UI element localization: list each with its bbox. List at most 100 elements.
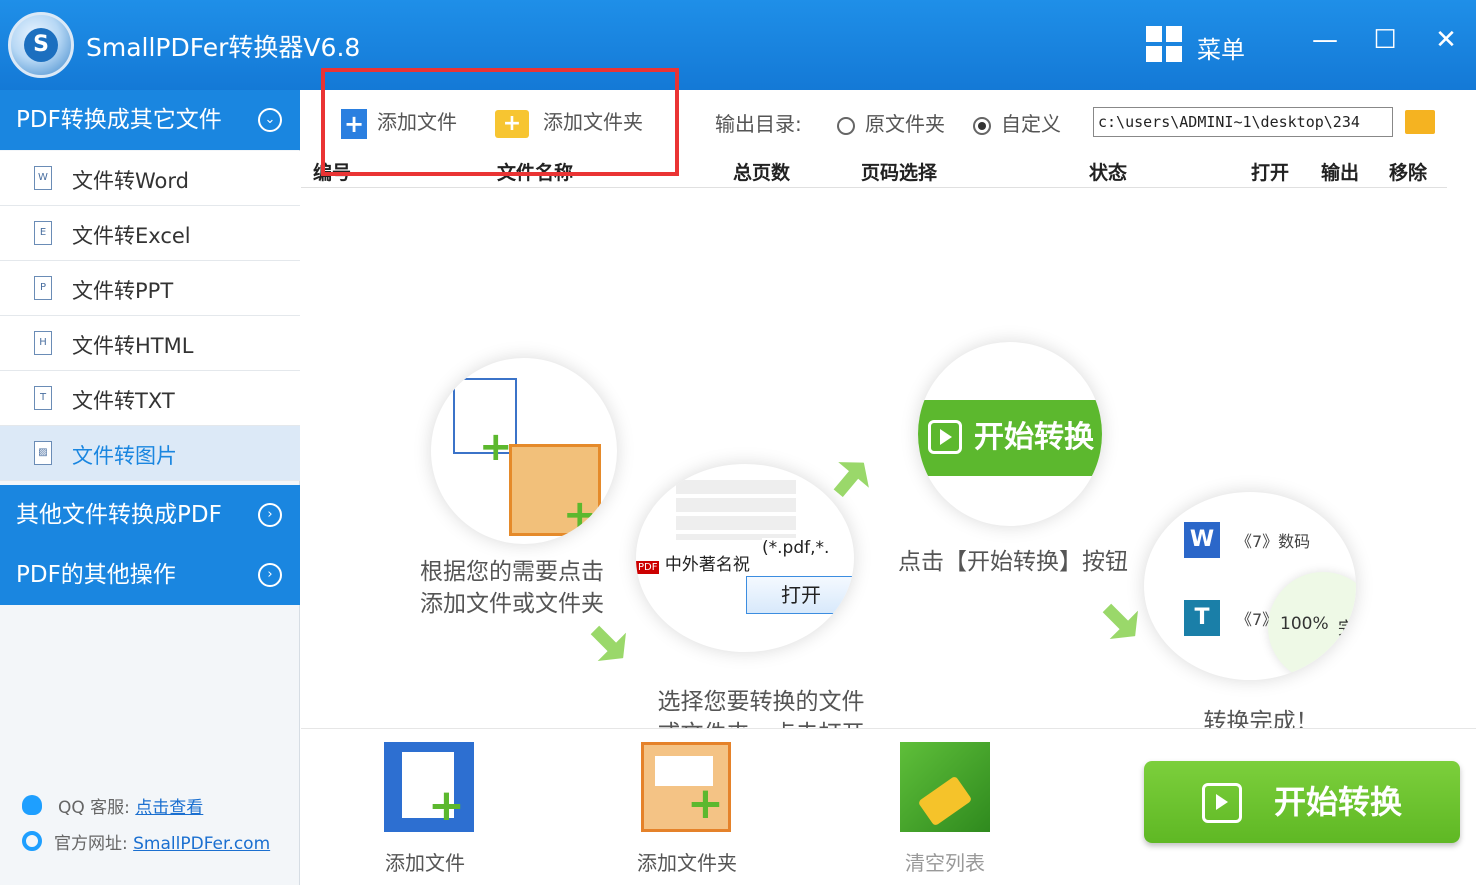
plus-icon: + — [428, 780, 465, 831]
col-status: 状态 — [1089, 162, 1128, 184]
step2-bubble: PDF 中外著名祝 (*.pdf,*. 打开 — [636, 464, 854, 652]
add-folder-large-label: 添加文件夹 — [637, 851, 737, 875]
open-button-preview: 打开 — [746, 576, 854, 614]
file-name: 中外著名祝 — [664, 555, 750, 575]
result-row: 《7》数码 — [1236, 532, 1311, 551]
clear-list-button[interactable] — [900, 742, 990, 832]
plus-icon: + — [563, 492, 597, 538]
sidebar-item-word[interactable]: W 文件转Word — [0, 151, 300, 206]
title-bar: S SmallPDFer转换器V6.8 菜单 — ☐ ✕ — [0, 0, 1476, 90]
excel-file-icon: E — [34, 221, 52, 245]
txt-file-icon: T — [34, 386, 52, 410]
sidebar-item-label: 文件转Word — [72, 169, 189, 193]
progress-value: 100% — [1280, 614, 1329, 634]
start-convert-button[interactable]: 开始转换 — [1144, 761, 1460, 843]
radio-custom-folder[interactable]: 自定义 — [973, 108, 1061, 137]
arrow-icon — [581, 616, 638, 673]
start-convert-label: 开始转换 — [1274, 783, 1403, 821]
word-icon: W — [1184, 522, 1220, 558]
file-list-preview — [676, 480, 796, 540]
file-name-row: PDF 中外著名祝 — [636, 550, 750, 575]
plus-icon: + — [479, 424, 513, 470]
sidebar-item-image[interactable]: ▨ 文件转图片 — [0, 426, 300, 481]
word-file-icon: W — [34, 166, 52, 190]
menu-button[interactable]: 菜单 — [1197, 30, 1245, 65]
qq-icon — [22, 795, 42, 815]
plus-icon: + — [687, 778, 724, 829]
app-title: SmallPDFer转换器V6.8 — [86, 33, 361, 62]
add-folder-large-button[interactable]: + — [641, 742, 731, 832]
sidebar-section-pdf-to-other[interactable]: PDF转换成其它文件 ⌄ — [0, 90, 300, 150]
minimize-button[interactable]: — — [1305, 20, 1345, 60]
step3-caption: 点击【开始转换】按钮 — [898, 549, 1128, 575]
file-filter: (*.pdf,*. — [762, 538, 830, 558]
app-logo: S — [8, 12, 74, 78]
sidebar-item-excel[interactable]: E 文件转Excel — [0, 206, 300, 261]
section-label: 其他文件转换成PDF — [16, 502, 222, 528]
add-file-large-button[interactable]: + — [384, 742, 474, 832]
section-label: PDF转换成其它文件 — [16, 107, 222, 133]
sidebar-item-label: 文件转TXT — [72, 389, 175, 413]
step2-caption: 选择您要转换的文件 或文件夹，点击打开 — [631, 686, 891, 728]
col-page-select: 页码选择 — [861, 162, 938, 184]
qq-link[interactable]: 点击查看 — [135, 798, 203, 818]
caption-line: 或文件夹，点击打开 — [631, 718, 891, 728]
radio-selected-icon — [973, 116, 991, 135]
sidebar-item-label: 文件转HTML — [72, 334, 194, 358]
guide-illustration: + + 根据您的需要点击 添加文件或文件夹 PDF 中外著名祝 (*.pdf,*… — [301, 188, 1476, 728]
col-pages: 总页数 — [733, 162, 791, 184]
sidebar-section-pdf-ops[interactable]: PDF的其他操作 › — [0, 545, 300, 605]
step1-caption: 根据您的需要点击 添加文件或文件夹 — [401, 556, 623, 620]
ppt-file-icon: P — [34, 276, 52, 300]
arrow-icon — [823, 450, 879, 506]
output-path-input[interactable] — [1093, 107, 1393, 137]
website-link[interactable]: SmallPDFer.com — [133, 834, 270, 854]
section-label: PDF的其他操作 — [16, 562, 176, 588]
sidebar-item-label: 文件转Excel — [72, 224, 191, 248]
sidebar-section-other-to-pdf[interactable]: 其他文件转换成PDF › — [0, 485, 300, 545]
sidebar-item-ppt[interactable]: P 文件转PPT — [0, 261, 300, 316]
step1-bubble: + + — [431, 358, 617, 544]
radio-label: 原文件夹 — [865, 112, 945, 136]
step3-bubble: 开始转换 — [918, 342, 1102, 526]
highlight-box — [321, 68, 679, 176]
txt-icon: T — [1184, 600, 1220, 636]
play-icon — [1202, 783, 1242, 823]
close-button[interactable]: ✕ — [1426, 20, 1466, 60]
website-line: 官方网址: SmallPDFer.com — [54, 829, 270, 854]
output-dir-label: 输出目录: — [715, 112, 802, 136]
html-file-icon: H — [34, 331, 52, 355]
sidebar: PDF转换成其它文件 ⌄ W 文件转Word E 文件转Excel P 文件转P… — [0, 90, 300, 885]
col-remove: 移除 — [1389, 162, 1428, 184]
progress-status: 完成 — [1338, 619, 1356, 639]
start-label: 开始转换 — [974, 420, 1094, 455]
chevron-right-icon: › — [258, 503, 282, 527]
radio-label: 自定义 — [1001, 112, 1061, 136]
caption-line: 根据您的需要点击 — [420, 559, 604, 585]
sidebar-item-label: 文件转PPT — [72, 279, 174, 303]
browse-folder-icon[interactable] — [1405, 110, 1435, 134]
menu-grid-icon[interactable] — [1146, 26, 1182, 62]
radio-source-folder[interactable]: 原文件夹 — [837, 108, 945, 137]
maximize-button[interactable]: ☐ — [1365, 20, 1405, 60]
clear-list-label: 清空列表 — [905, 851, 985, 875]
bottom-action-bar: + 添加文件 + 添加文件夹 清空列表 开始转换 — [301, 728, 1476, 885]
arrow-icon — [1093, 594, 1150, 651]
sidebar-item-txt[interactable]: T 文件转TXT — [0, 371, 300, 426]
image-file-icon: ▨ — [34, 441, 52, 465]
add-file-large-label: 添加文件 — [385, 851, 465, 875]
qq-support-line: QQ 客服: 点击查看 — [58, 793, 203, 818]
step4-bubble: W 《7》数码 T 《7》 100% 完成 — [1144, 492, 1356, 680]
website-label: 官方网址: — [54, 834, 128, 854]
caption-line: 选择您要转换的文件 — [657, 689, 865, 715]
col-open: 打开 — [1251, 162, 1290, 184]
sidebar-item-label: 文件转图片 — [72, 444, 177, 468]
start-button-preview: 开始转换 — [918, 400, 1102, 476]
sidebar-item-html[interactable]: H 文件转HTML — [0, 316, 300, 371]
step4-caption: 转换完成！ — [1203, 709, 1319, 728]
chevron-right-icon: › — [258, 563, 282, 587]
chevron-down-icon: ⌄ — [258, 108, 282, 132]
browser-icon — [22, 831, 42, 851]
radio-icon — [837, 116, 855, 135]
play-icon — [928, 420, 962, 454]
